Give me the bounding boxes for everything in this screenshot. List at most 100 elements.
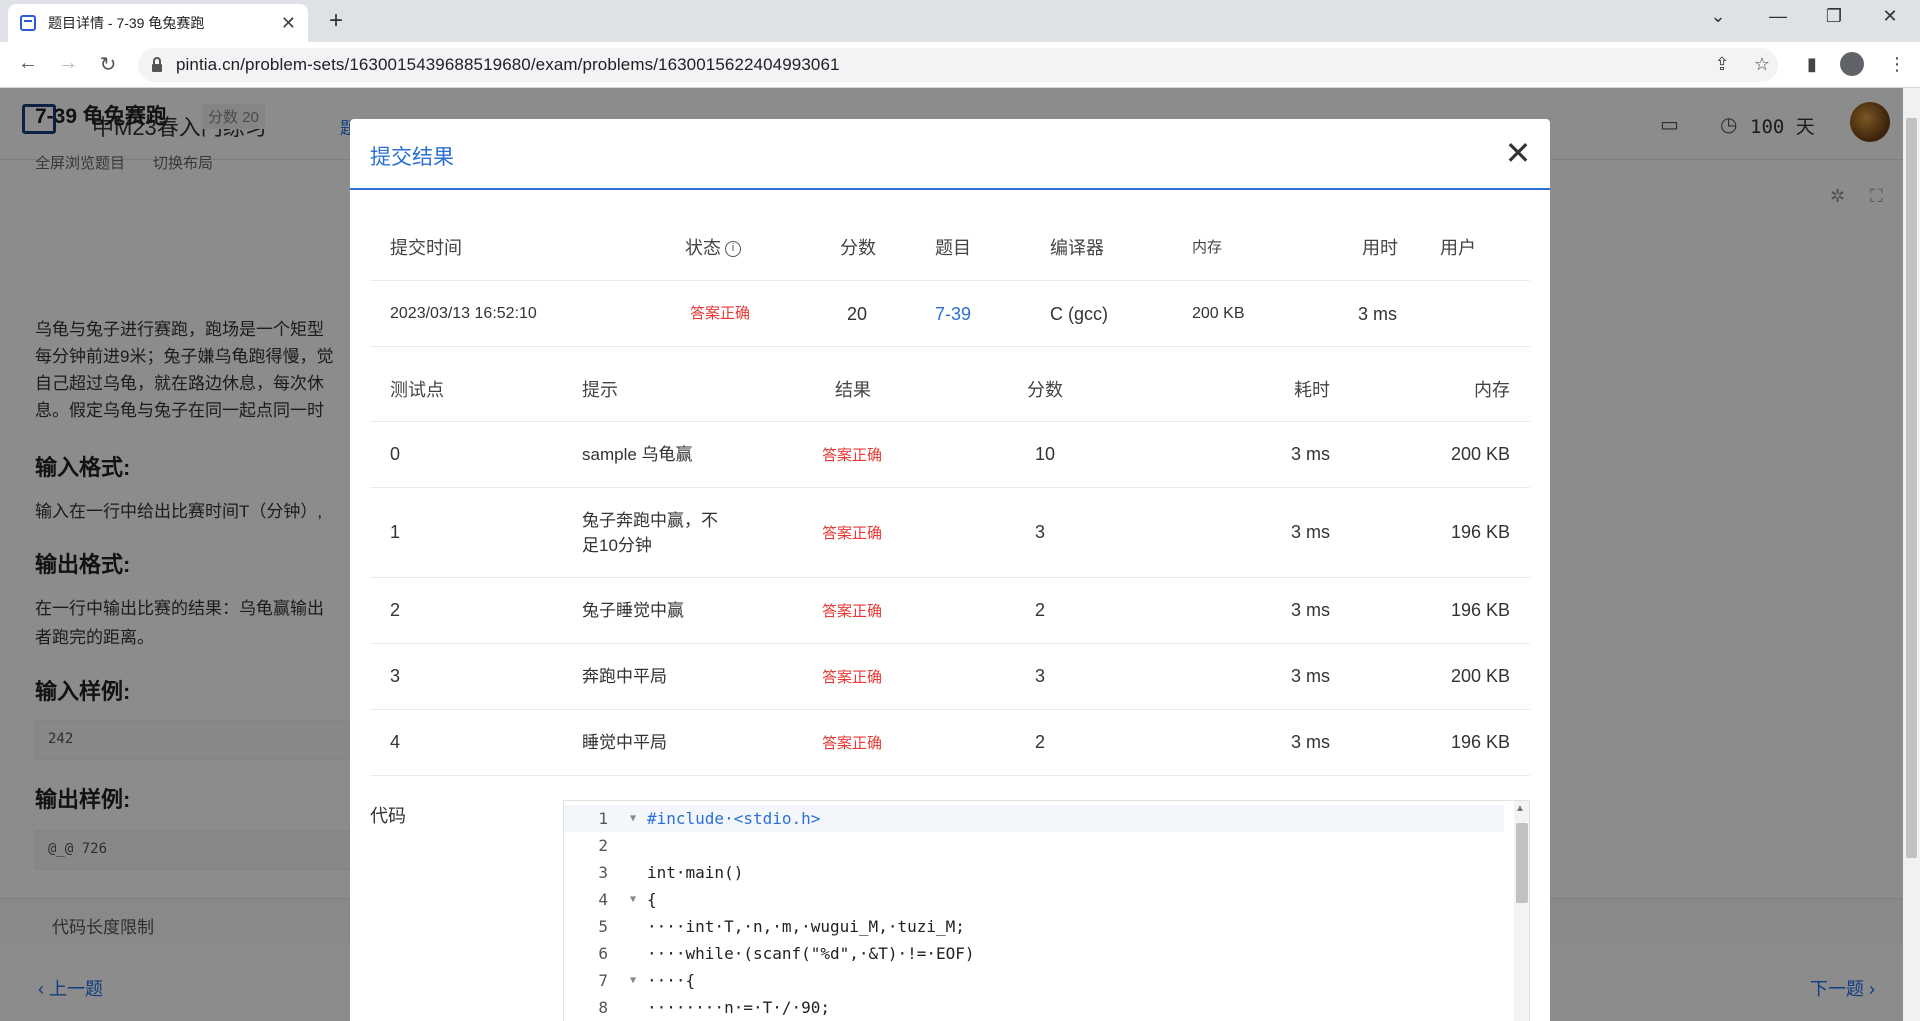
reload-button[interactable]: ↻	[94, 52, 122, 77]
tp-memory: 196 KB	[1450, 732, 1510, 752]
line-number: 7	[598, 971, 608, 990]
testpoint-table: 测试点 提示 结果 分数 耗时 内存 0 sample 乌龟赢 答案正确 10 3 ms…	[370, 356, 1530, 776]
fold-arrow-icon[interactable]: ▼	[630, 967, 636, 994]
tp-hint: sample 乌龟赢	[582, 422, 693, 487]
code-text: ····{	[647, 971, 696, 990]
tab-search-icon[interactable]: ⌄	[1698, 6, 1738, 27]
submit-memory: 200 KB	[1192, 305, 1245, 322]
submit-used-time: 3 ms	[1358, 304, 1398, 324]
tp-header-time: 耗时	[1294, 379, 1330, 400]
tp-score: 3	[1035, 522, 1046, 542]
code-line: 1 ▼ #include·<stdio.h>	[564, 805, 1504, 832]
tp-result: 答案正确	[822, 669, 883, 686]
tp-time: 3 ms	[1290, 666, 1330, 686]
tp-memory: 200 KB	[1450, 666, 1510, 686]
code-label: 代码	[370, 806, 406, 826]
profile-avatar-icon[interactable]	[1840, 52, 1864, 76]
header-compiler: 编译器	[1050, 238, 1104, 258]
page-scrollbar[interactable]	[1903, 88, 1920, 1021]
submit-score: 20	[847, 304, 868, 324]
tp-id: 2	[390, 600, 401, 620]
close-dialog-button[interactable]: ✕	[1500, 133, 1536, 173]
tp-hint-line: 睡觉中平局	[582, 733, 667, 752]
header-problem: 题目	[935, 238, 971, 258]
tp-result: 答案正确	[822, 447, 883, 464]
info-icon[interactable]: i	[725, 241, 741, 258]
submit-compiler: C (gcc)	[1050, 304, 1108, 324]
tp-hint-line: 奔跑中平局	[582, 667, 667, 686]
submit-time: 2023/03/13 16:52:10	[390, 305, 537, 322]
line-number: 4	[598, 890, 608, 909]
tp-hint-line: sample 乌龟赢	[582, 445, 693, 464]
dialog-title: 提交结果	[370, 146, 454, 169]
tp-header-hint: 提示	[582, 379, 618, 400]
tab-close-icon[interactable]: ✕	[281, 13, 296, 34]
header-status-label: 状态	[685, 238, 721, 258]
tp-memory: 196 KB	[1450, 522, 1510, 542]
omnibox[interactable]: pintia.cn/problem-sets/16300154396885196…	[138, 48, 1778, 82]
forward-button[interactable]: →	[54, 52, 82, 75]
tp-id: 4	[390, 732, 401, 752]
header-memory: 内存	[1192, 239, 1223, 256]
tp-score: 2	[1035, 732, 1046, 752]
side-panel-icon[interactable]: ▮	[1800, 54, 1824, 75]
submission-summary-table: 提交时间 状态 i 分数 题目 编译器 内存 用时 用户 2023/03/13 1…	[370, 215, 1530, 347]
bookmark-star-icon[interactable]: ☆	[1750, 54, 1774, 75]
tp-id: 0	[390, 444, 401, 464]
tp-hint-line: 兔子睡觉中赢	[582, 601, 684, 620]
dialog-header: 提交结果 ✕	[350, 119, 1550, 190]
header-score: 分数	[840, 238, 876, 258]
testpoint-row: 3 奔跑中平局 答案正确 3 3 ms 200 KB	[370, 644, 1530, 710]
code-viewer[interactable]: 1 ▼ #include·<stdio.h> 2 3 int·main() 4 ▼ {5 ····…	[563, 800, 1530, 1021]
problem-link[interactable]: 7-39	[935, 281, 971, 347]
submit-status: 答案正确	[690, 305, 751, 322]
code-line: 5 ····int·T,·n,·m,·wugui_M,·tuzi_M;	[564, 913, 1504, 940]
browser-menu-icon[interactable]: ⋮	[1885, 54, 1909, 75]
line-number: 1	[598, 809, 608, 828]
tp-hint-line: 兔子奔跑中赢，不	[582, 510, 718, 530]
tp-score: 2	[1035, 600, 1046, 620]
tp-hint: 兔子睡觉中赢	[582, 578, 684, 643]
tp-header-memory: 内存	[1474, 379, 1510, 400]
fold-arrow-icon[interactable]: ▼	[630, 886, 636, 913]
tp-hint: 兔子奔跑中赢，不 足10分钟	[582, 488, 718, 577]
back-button[interactable]: ←	[14, 52, 42, 75]
line-number: 5	[598, 917, 608, 936]
share-icon[interactable]: ⇪	[1710, 54, 1734, 75]
url-text[interactable]: pintia.cn/problem-sets/16300154396885196…	[176, 55, 840, 75]
tp-time: 3 ms	[1290, 600, 1330, 620]
line-number: 8	[598, 998, 608, 1017]
tp-result: 答案正确	[822, 735, 883, 752]
scroll-up-icon[interactable]: ▲	[1515, 803, 1525, 814]
testpoint-header-row: 测试点 提示 结果 分数 耗时 内存	[370, 356, 1530, 422]
code-text: #include·<stdio.h>	[647, 809, 821, 828]
line-number: 3	[598, 863, 608, 882]
tp-time: 3 ms	[1290, 444, 1330, 464]
code-text: {	[647, 890, 657, 909]
summary-row: 2023/03/13 16:52:10 答案正确 20 7-39 C (gcc)…	[370, 281, 1530, 347]
restore-button[interactable]: ❐	[1814, 6, 1854, 27]
testpoint-row: 0 sample 乌龟赢 答案正确 10 3 ms 200 KB	[370, 422, 1530, 488]
close-window-button[interactable]: ✕	[1870, 6, 1910, 27]
tp-memory: 196 KB	[1450, 600, 1510, 620]
header-submit-time: 提交时间	[390, 238, 462, 258]
tab-title: 题目详情 - 7-39 龟兔赛跑	[48, 15, 205, 31]
lock-icon	[152, 56, 162, 72]
code-text: ····while·(scanf("%d",·&T)·!=·EOF)	[647, 944, 975, 963]
code-line: 7 ▼ ····{	[564, 967, 1504, 994]
code-text: ········n·=·T·/·90;	[647, 998, 831, 1017]
tp-header-result: 结果	[835, 379, 871, 400]
testpoint-row: 1 兔子奔跑中赢，不 足10分钟 答案正确 3 3 ms 196 KB	[370, 488, 1530, 578]
minimize-button[interactable]: —	[1758, 6, 1798, 27]
browser-tab[interactable]: 题目详情 - 7-39 龟兔赛跑 ✕	[8, 4, 308, 42]
tp-score: 10	[1035, 444, 1056, 464]
code-line: 8 ········n·=·T·/·90;	[564, 994, 1504, 1021]
line-number: 2	[598, 836, 608, 855]
new-tab-button[interactable]: +	[322, 8, 350, 36]
code-scrollbar-thumb[interactable]	[1516, 823, 1528, 903]
page-scrollbar-thumb[interactable]	[1906, 118, 1917, 858]
code-line: 2	[564, 832, 1504, 859]
tp-time: 3 ms	[1290, 732, 1330, 752]
tp-memory: 200 KB	[1450, 444, 1510, 464]
fold-arrow-icon[interactable]: ▼	[630, 805, 636, 832]
